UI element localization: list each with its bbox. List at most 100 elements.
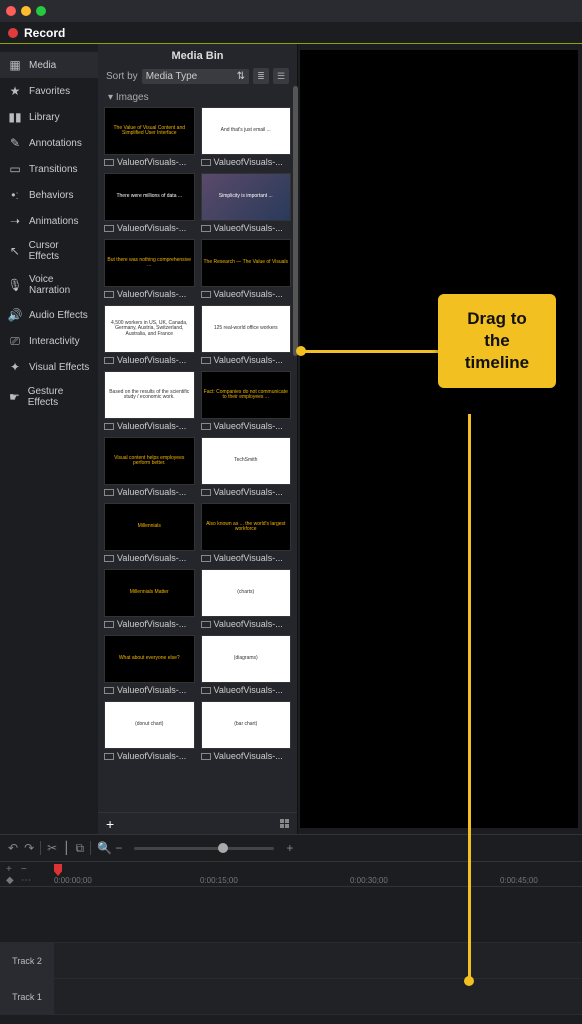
sidebar-item-favorites[interactable]: ★ Favorites bbox=[0, 78, 98, 104]
gesture-icon: ☛ bbox=[8, 390, 21, 404]
media-thumbnail[interactable]: But there was nothing comprehensive ...V… bbox=[104, 239, 195, 299]
media-thumbnail[interactable]: There were millions of data ...ValueofVi… bbox=[104, 173, 195, 233]
list-view-button[interactable]: ≣ bbox=[253, 68, 269, 84]
sidebar-item-label: Library bbox=[29, 112, 60, 123]
marker-button[interactable]: ◆ bbox=[6, 877, 18, 885]
sidebar-item-library[interactable]: ▮▮ Library bbox=[0, 104, 98, 130]
callout-connector-dot bbox=[296, 346, 306, 356]
media-thumbnail[interactable]: Visual content helps employees perform b… bbox=[104, 437, 195, 497]
media-thumbnail[interactable]: (charts)ValueofVisuals-... bbox=[201, 569, 292, 629]
detail-view-button[interactable]: ☰ bbox=[273, 68, 289, 84]
track-lane[interactable] bbox=[54, 979, 582, 1014]
image-file-icon bbox=[201, 423, 211, 430]
track-header[interactable]: Track 2 bbox=[0, 943, 54, 978]
record-label: Record bbox=[24, 26, 65, 40]
image-file-icon bbox=[201, 291, 211, 298]
sidebar-item-visual-effects[interactable]: ✦ Visual Effects bbox=[0, 354, 98, 380]
media-thumbnail[interactable]: (bar chart)ValueofVisuals-... bbox=[201, 701, 292, 761]
sidebar-item-voice-narration[interactable]: 🎙 Voice Narration bbox=[0, 268, 98, 302]
media-thumbnail[interactable]: Simplicity is important ...ValueofVisual… bbox=[201, 173, 292, 233]
media-thumbnail[interactable]: Fact: Companies do not communicate to th… bbox=[201, 371, 292, 431]
track-lane[interactable] bbox=[54, 943, 582, 978]
thumbnail-image: (charts) bbox=[201, 569, 292, 617]
thumbnail-image: The Value of Visual Content and Simplifi… bbox=[104, 107, 195, 155]
thumbnail-image: TechSmith bbox=[201, 437, 292, 485]
media-thumbnail[interactable]: And that's just email ...ValueofVisuals-… bbox=[201, 107, 292, 167]
media-thumbnail[interactable]: 4,500 workers in US, UK, Canada, Germany… bbox=[104, 305, 195, 365]
media-thumbnail[interactable]: 125 real-world office workersValueofVisu… bbox=[201, 305, 292, 365]
sidebar-item-media[interactable]: ▦ Media bbox=[0, 52, 98, 78]
sidebar-item-audio-effects[interactable]: 🔊 Audio Effects bbox=[0, 302, 98, 328]
ruler-tick: 0:00:15;00 bbox=[200, 876, 238, 885]
thumbnail-caption: ValueofVisuals-... bbox=[201, 685, 292, 695]
sidebar-item-transitions[interactable]: ▭ Transitions bbox=[0, 156, 98, 182]
sidebar-item-label: Voice Narration bbox=[29, 274, 90, 296]
zoom-window-button[interactable] bbox=[36, 6, 46, 16]
tracks-spacer bbox=[0, 887, 582, 943]
track-row: Track 2 bbox=[0, 943, 582, 979]
timeline-toolbar: ↶ ↷ ✂ ⎮ ⧉ 🔍 − + bbox=[0, 835, 582, 861]
media-bin-scrollbar[interactable] bbox=[293, 86, 298, 786]
thumbnail-image: 125 real-world office workers bbox=[201, 305, 292, 353]
remove-track-button[interactable]: − bbox=[21, 866, 33, 874]
media-thumbnail[interactable]: MillennialsValueofVisuals-... bbox=[104, 503, 195, 563]
scrollbar-thumb[interactable] bbox=[293, 86, 298, 356]
zoom-in-icon[interactable]: + bbox=[286, 841, 293, 855]
sort-dropdown[interactable]: Media Type ⇅ bbox=[142, 69, 249, 84]
split-button[interactable]: ⎮ bbox=[63, 841, 69, 855]
image-file-icon bbox=[201, 357, 211, 364]
sidebar-item-interactivity[interactable]: ⎚ Interactivity bbox=[0, 328, 98, 354]
grid-view-button[interactable] bbox=[280, 819, 289, 828]
add-track-button[interactable]: + bbox=[6, 866, 18, 874]
zoom-slider[interactable] bbox=[134, 847, 274, 850]
sidebar-item-behaviors[interactable]: •ː Behaviors bbox=[0, 182, 98, 208]
sidebar-item-annotations[interactable]: ✎ Annotations bbox=[0, 130, 98, 156]
thumbnail-image: Visual content helps employees perform b… bbox=[104, 437, 195, 485]
media-thumbnail[interactable]: (donut chart)ValueofVisuals-... bbox=[104, 701, 195, 761]
section-header-images[interactable]: ▾ Images bbox=[98, 88, 297, 107]
sidebar-item-cursor-effects[interactable]: ↖ Cursor Effects bbox=[0, 234, 98, 268]
callout-connector bbox=[300, 350, 438, 353]
media-thumbnail[interactable]: Millennials MatterValueofVisuals-... bbox=[104, 569, 195, 629]
copy-button[interactable]: ⧉ bbox=[75, 841, 84, 856]
close-window-button[interactable] bbox=[6, 6, 16, 16]
redo-button[interactable]: ↷ bbox=[24, 841, 34, 855]
media-thumbnail[interactable]: The Value of Visual Content and Simplifi… bbox=[104, 107, 195, 167]
image-file-icon bbox=[104, 753, 114, 760]
media-thumbnail[interactable]: The Research — The Value of VisualsValue… bbox=[201, 239, 292, 299]
mic-icon: 🎙 bbox=[8, 278, 22, 292]
zoom-slider-knob[interactable] bbox=[218, 843, 228, 853]
transitions-icon: ▭ bbox=[8, 162, 22, 176]
preview-canvas[interactable] bbox=[300, 50, 578, 828]
record-bar[interactable]: Record bbox=[0, 22, 582, 44]
media-thumbnail[interactable]: Also known as ... the world's largest wo… bbox=[201, 503, 292, 563]
image-file-icon bbox=[201, 489, 211, 496]
add-media-button[interactable]: + bbox=[106, 816, 114, 832]
sidebar-item-gesture-effects[interactable]: ☛ Gesture Effects bbox=[0, 380, 98, 414]
media-thumbnail[interactable]: TechSmithValueofVisuals-... bbox=[201, 437, 292, 497]
thumbnail-caption: ValueofVisuals-... bbox=[104, 619, 195, 629]
tool-sidebar: ▦ Media ★ Favorites ▮▮ Library ✎ Annotat… bbox=[0, 44, 98, 834]
thumbnail-image: But there was nothing comprehensive ... bbox=[104, 239, 195, 287]
track-header[interactable]: Track 1 bbox=[0, 979, 54, 1014]
marker-remove-button[interactable]: ⋯ bbox=[21, 877, 33, 885]
media-thumbnail[interactable]: Based on the results of the scientific s… bbox=[104, 371, 195, 431]
playhead[interactable] bbox=[54, 864, 62, 876]
thumbnail-image: Based on the results of the scientific s… bbox=[104, 371, 195, 419]
undo-button[interactable]: ↶ bbox=[8, 841, 18, 855]
sidebar-item-label: Gesture Effects bbox=[28, 386, 90, 408]
image-file-icon bbox=[104, 225, 114, 232]
zoom-out-icon[interactable]: 🔍 − bbox=[97, 841, 122, 855]
image-file-icon bbox=[104, 621, 114, 628]
thumbnail-caption: ValueofVisuals-... bbox=[201, 289, 292, 299]
media-thumbnail[interactable]: What about everyone else?ValueofVisuals-… bbox=[104, 635, 195, 695]
media-thumbnail[interactable]: (diagrams)ValueofVisuals-... bbox=[201, 635, 292, 695]
main-area: ▦ Media ★ Favorites ▮▮ Library ✎ Annotat… bbox=[0, 44, 582, 834]
cut-button[interactable]: ✂ bbox=[47, 841, 57, 855]
media-bin-title: Media Bin bbox=[98, 44, 297, 68]
cursor-icon: ↖ bbox=[8, 244, 22, 258]
timeline-ruler[interactable]: + − ◆ ⋯ 0:00:00;00 0:00:15;00 0:00:30;00… bbox=[0, 861, 582, 887]
timeline-panel: ↶ ↷ ✂ ⎮ ⧉ 🔍 − + + − ◆ ⋯ 0:00:00;00 0:00:… bbox=[0, 834, 582, 1024]
minimize-window-button[interactable] bbox=[21, 6, 31, 16]
sidebar-item-animations[interactable]: ➝ Animations bbox=[0, 208, 98, 234]
